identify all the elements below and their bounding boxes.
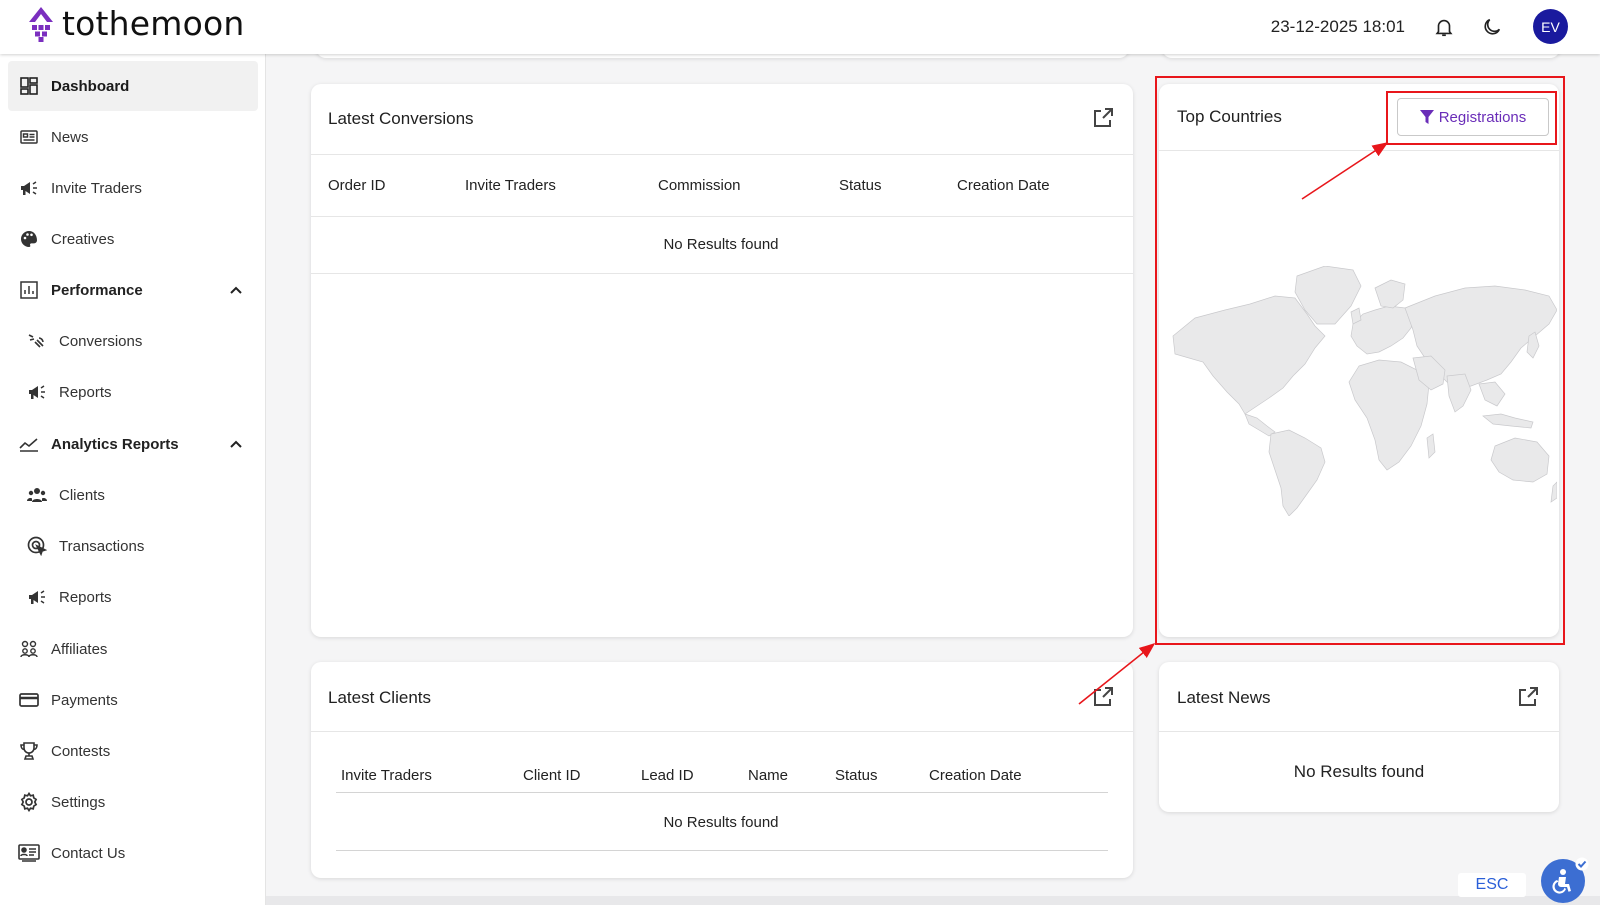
dark-mode-icon[interactable] [1477,12,1507,42]
logo-icon [29,6,53,42]
top-header: tothemoon 23-12-2025 18:01 EV [0,0,1600,54]
avatar[interactable]: EV [1533,9,1568,44]
annotation-arrows [1078,142,1389,705]
header-actions: 23-12-2025 18:01 EV [1271,9,1568,44]
esc-button[interactable]: ESC [1458,873,1526,897]
bell-icon[interactable] [1429,12,1459,42]
logo-text: tothemoon [62,4,245,43]
checkmark-icon [1575,857,1589,871]
accessibility-icon [1552,869,1571,894]
bottom-strip [266,896,1600,905]
logo[interactable]: tothemoon [28,4,245,43]
accessibility-button[interactable] [1541,857,1589,903]
datetime: 23-12-2025 18:01 [1270,16,1405,36]
